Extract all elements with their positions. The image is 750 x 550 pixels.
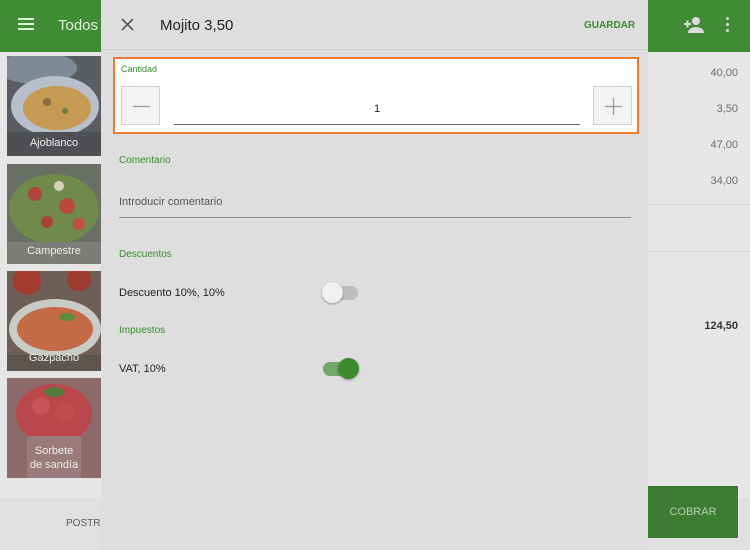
save-button[interactable]: GUARDAR (584, 20, 635, 31)
ticket-panel: 40,00 3,50 47,00 34,00 124,50 (648, 52, 750, 498)
discount-name: Descuento 10%, 10% (119, 287, 225, 299)
comment-input[interactable] (119, 186, 631, 218)
plus-icon (605, 98, 622, 115)
product-label: Sorbete de sandía (29, 445, 79, 471)
charge-button[interactable]: COBRAR (648, 486, 738, 538)
dialog-title: Mojito 3,50 (160, 17, 234, 34)
ticket-line-price: 3,50 (716, 103, 738, 115)
close-icon[interactable] (121, 18, 134, 31)
quantity-label: Cantidad (121, 64, 158, 74)
quantity-input[interactable] (174, 93, 580, 125)
menu-icon[interactable] (18, 18, 34, 30)
ticket-divider (648, 204, 750, 205)
taxes-label: Impuestos (119, 325, 166, 336)
tax-toggle[interactable] (322, 358, 359, 380)
add-user-icon[interactable] (684, 16, 704, 34)
product-label: Ajoblanco (29, 137, 79, 149)
product-tile-campestre[interactable]: Campestre (7, 164, 101, 264)
increase-quantity-button[interactable] (593, 86, 632, 125)
product-tile-sorbete[interactable]: Sorbete de sandía (7, 378, 101, 478)
more-vertical-icon[interactable] (726, 17, 730, 33)
product-tile-gazpacho[interactable]: Gazpacho (7, 271, 101, 371)
minus-icon (133, 105, 150, 108)
ticket-line-price: 34,00 (710, 175, 738, 187)
ticket-divider (648, 251, 750, 252)
discounts-label: Descuentos (119, 249, 172, 260)
quantity-section: Cantidad (113, 57, 639, 134)
ticket-total: 124,50 (704, 320, 738, 332)
decrease-quantity-button[interactable] (121, 86, 160, 125)
dialog-header: Mojito 3,50 GUARDAR (101, 0, 648, 50)
product-label: Campestre (27, 245, 81, 257)
product-tile-ajoblanco[interactable]: Ajoblanco (7, 56, 101, 156)
comment-label: Comentario (119, 155, 171, 166)
tax-name: VAT, 10% (119, 363, 166, 375)
edit-item-dialog: Mojito 3,50 GUARDAR Cantidad Comentario … (101, 0, 648, 550)
category-title[interactable]: Todos (58, 17, 98, 34)
discount-toggle[interactable] (322, 282, 359, 304)
postpone-button[interactable]: POSTR (66, 518, 100, 529)
ticket-line-price: 40,00 (710, 67, 738, 79)
ticket-line-price: 47,00 (710, 139, 738, 151)
product-label: Gazpacho (28, 352, 80, 364)
